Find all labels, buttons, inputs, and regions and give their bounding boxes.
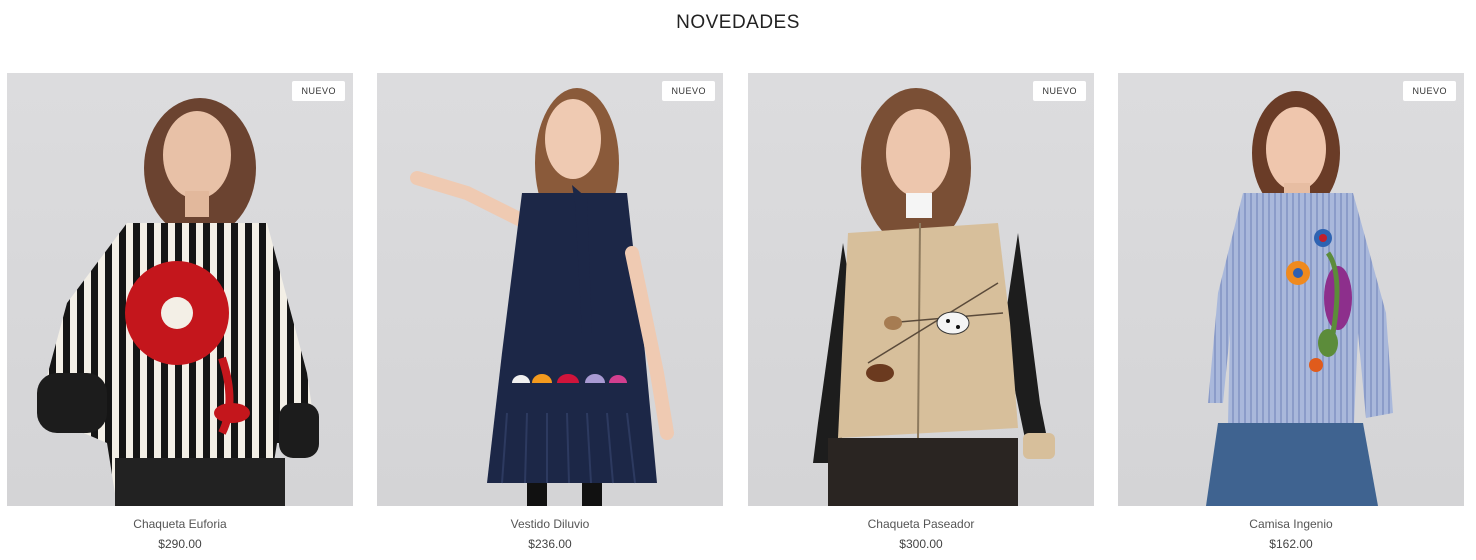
product-image[interactable]: NUEVO [1118,73,1464,506]
product-name[interactable]: Chaqueta Euforia [7,517,353,531]
product-price: $236.00 [528,537,572,551]
product-card[interactable]: NUEVO Camisa Ingenio $162.00 [1118,73,1464,560]
product-price: $290.00 [158,537,202,551]
product-card[interactable]: NUEVO Vestido Diluvio $236.00 [377,73,723,560]
new-badge: NUEVO [292,81,345,101]
model-photo [1206,91,1393,506]
model-photo [410,88,674,506]
model-photo [37,98,319,506]
new-badge: NUEVO [1403,81,1456,101]
product-card[interactable]: NUEVO Chaqueta Euforia $290.00 [7,73,353,560]
new-badge: NUEVO [1033,81,1086,101]
new-badge: NUEVO [662,81,715,101]
product-name[interactable]: Chaqueta Paseador [748,517,1094,531]
product-grid: NUEVO Chaqueta Euforia $290.00 NUEVO Ves… [0,0,1476,560]
product-image[interactable]: NUEVO [748,73,1094,506]
product-image[interactable]: NUEVO [377,73,723,506]
product-card[interactable]: NUEVO Chaqueta Paseador $300.00 [748,73,1094,560]
product-name[interactable]: Vestido Diluvio [377,517,723,531]
model-photo [813,88,1055,506]
product-name[interactable]: Camisa Ingenio [1118,517,1464,531]
page: NOVEDADES NUEVO Chaqueta Euforia $290.00… [0,0,1476,560]
product-price: $162.00 [1269,537,1313,551]
product-image[interactable]: NUEVO [7,73,353,506]
product-price: $300.00 [899,537,943,551]
